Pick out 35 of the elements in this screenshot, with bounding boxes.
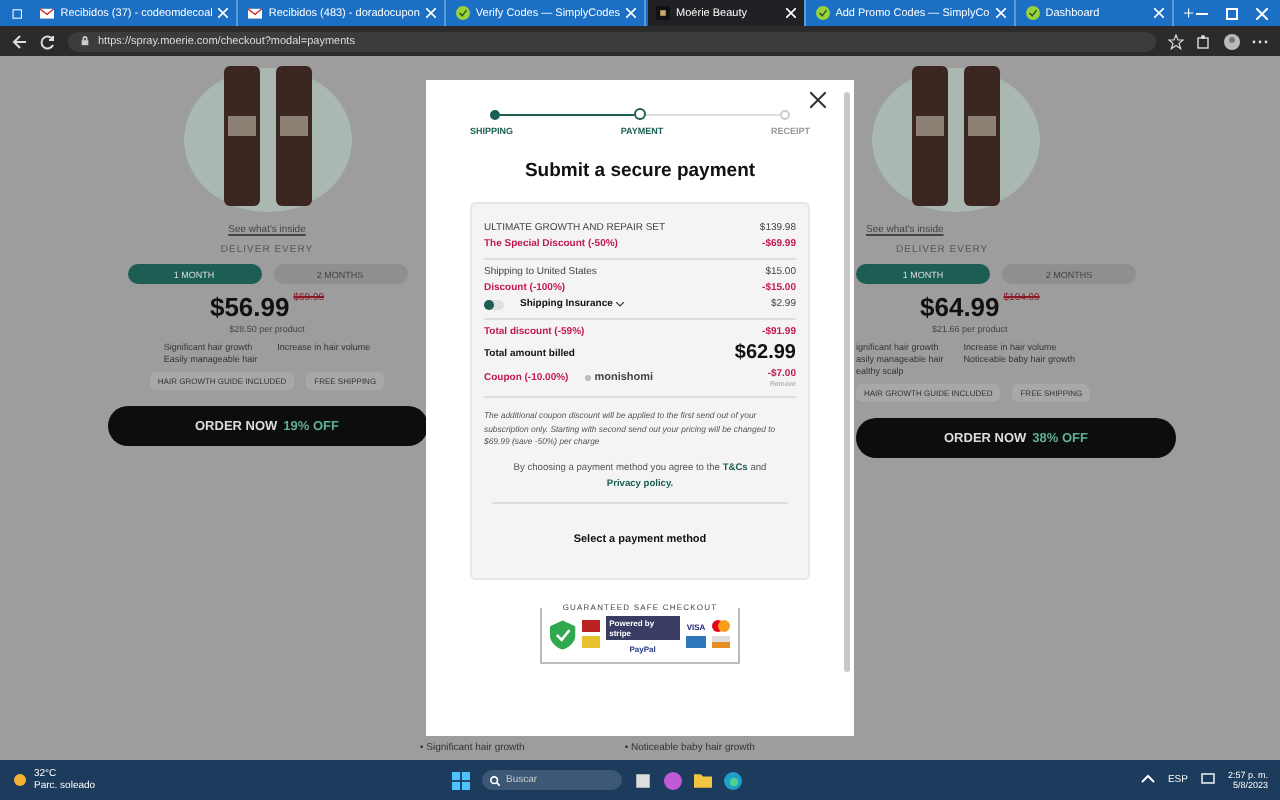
close-icon[interactable] — [810, 92, 826, 108]
check-circle-icon — [815, 6, 830, 20]
back-arrow-icon[interactable] — [12, 33, 28, 49]
total-amount: $62.99 — [734, 342, 796, 364]
star-icon[interactable] — [1168, 33, 1184, 49]
brand-icon — [656, 6, 671, 20]
price: $64.99 — [920, 292, 1000, 322]
check-circle-icon — [455, 6, 470, 20]
price: $56.99 — [209, 292, 290, 322]
overlapping-circles-icon — [712, 620, 730, 632]
tab-actions-icon[interactable] — [12, 5, 23, 21]
insurance-toggle[interactable] — [484, 299, 504, 309]
minimize-icon[interactable] — [1196, 7, 1208, 19]
profile-avatar-icon[interactable] — [1224, 33, 1240, 49]
windows-start-icon[interactable] — [452, 771, 470, 789]
check-circle-icon — [1025, 6, 1040, 20]
reload-icon[interactable] — [40, 33, 56, 49]
shield-check-icon — [550, 619, 576, 649]
task-view-icon[interactable] — [634, 771, 652, 789]
chevron-up-icon[interactable] — [1139, 772, 1156, 788]
monitor-icon[interactable] — [1199, 772, 1216, 788]
browser-icon[interactable] — [724, 771, 742, 789]
folder-icon[interactable] — [694, 771, 712, 789]
scrollbar[interactable] — [844, 92, 850, 672]
dialog-title: Submit a secure payment — [524, 160, 756, 182]
new-tab-icon[interactable] — [1184, 6, 1194, 20]
chevron-down-icon — [616, 301, 625, 307]
tag-icon — [584, 374, 593, 382]
mail-icon — [40, 6, 55, 20]
maximize-icon[interactable] — [1226, 7, 1238, 19]
mail-icon — [248, 6, 263, 20]
colorful-app-icon[interactable] — [664, 771, 682, 789]
lock-icon — [80, 36, 90, 46]
weather-sun-icon — [12, 772, 28, 788]
search-icon — [490, 775, 500, 785]
